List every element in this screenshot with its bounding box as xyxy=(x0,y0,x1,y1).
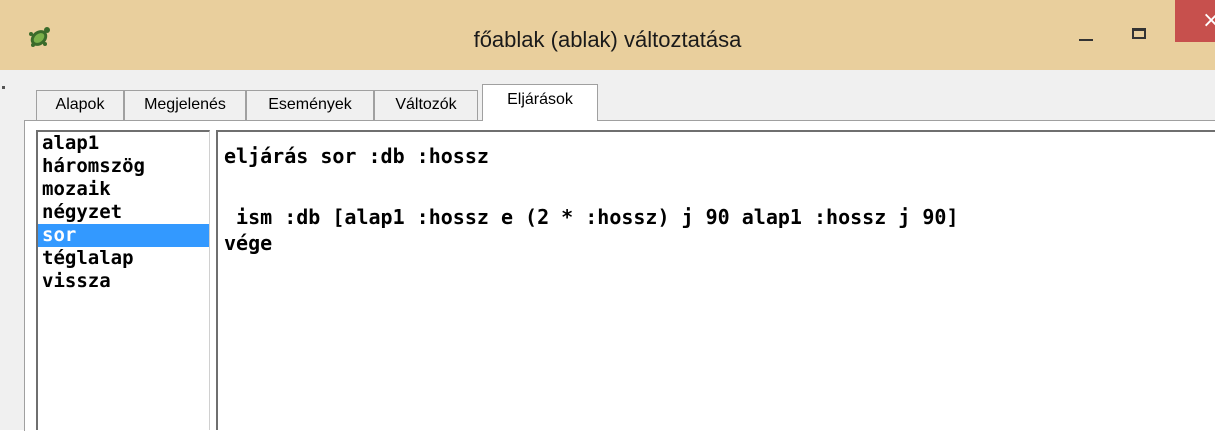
code-line: ism :db [alap1 :hossz e (2 * :hossz) j 9… xyxy=(224,205,959,229)
maximize-button[interactable] xyxy=(1122,22,1158,44)
tab-eljarasok[interactable]: Eljárások xyxy=(482,84,598,121)
list-item[interactable]: vissza xyxy=(38,270,209,293)
window-edge xyxy=(0,70,10,430)
list-item[interactable]: mozaik xyxy=(38,178,209,201)
tab-valtozok[interactable]: Változók xyxy=(374,90,478,120)
list-item-selected[interactable]: sor xyxy=(38,224,209,247)
close-button[interactable]: × xyxy=(1175,0,1215,42)
minimize-button[interactable] xyxy=(1068,22,1104,44)
procedure-list[interactable]: alap1 háromszög mozaik négyzet sor tégla… xyxy=(36,130,210,430)
title-bar[interactable]: főablak (ablak) változtatása × xyxy=(0,0,1215,78)
list-item[interactable]: négyzet xyxy=(38,201,209,224)
tab-alapok[interactable]: Alapok xyxy=(36,90,124,120)
tab-esemenyek[interactable]: Események xyxy=(246,90,374,120)
list-item[interactable]: alap1 xyxy=(38,132,209,155)
dialog-window: főablak (ablak) változtatása × Alapok Me… xyxy=(0,0,1215,431)
close-icon: × xyxy=(1202,8,1215,33)
code-line: vége xyxy=(224,231,273,255)
tab-megjelenes[interactable]: Megjelenés xyxy=(124,90,246,120)
maximize-icon xyxy=(1132,28,1146,39)
minimize-icon xyxy=(1079,39,1093,41)
list-item[interactable]: háromszög xyxy=(38,155,209,178)
window-title: főablak (ablak) változtatása xyxy=(473,27,742,52)
edge-marker xyxy=(2,86,5,89)
code-line: eljárás sor :db :hossz xyxy=(224,144,489,168)
code-editor[interactable]: eljárás sor :db :hossz ism :db [alap1 :h… xyxy=(216,130,1215,430)
list-item[interactable]: téglalap xyxy=(38,247,209,270)
